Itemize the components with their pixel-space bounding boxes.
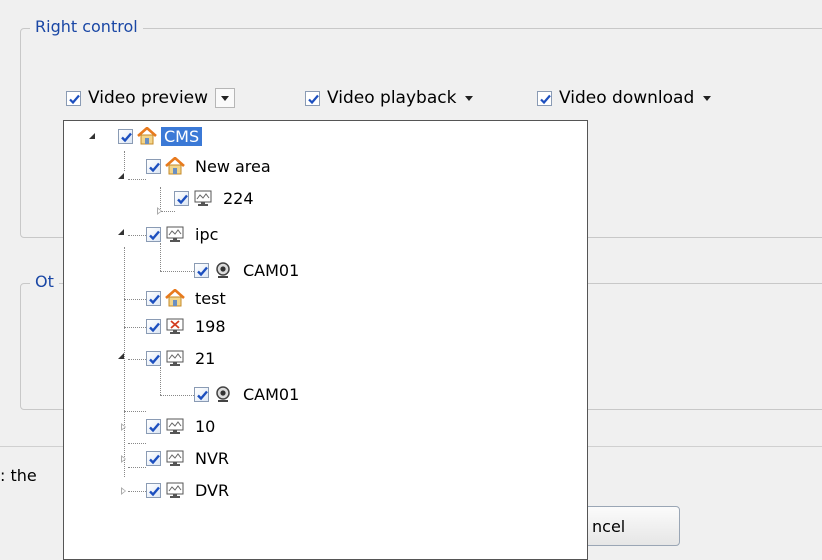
tree-item-nvr[interactable]: NVR: [146, 445, 229, 471]
tree-item-label: 224: [223, 188, 254, 208]
tree-item-cam01[interactable]: CAM01: [194, 257, 299, 283]
tree-line: [160, 187, 161, 209]
right-control-title: Right control: [30, 17, 143, 36]
tree-item-label: CMS: [161, 126, 203, 146]
chevron-down-icon[interactable]: [703, 95, 712, 101]
video-playback-label: Video playback: [327, 88, 457, 108]
device-tree-popup[interactable]: CMS New area 224 ipc CAM01 test 198 21 C…: [63, 120, 588, 560]
tree-line: [160, 243, 161, 271]
video-download-label: Video download: [559, 88, 695, 108]
home-icon: [137, 127, 157, 145]
tree-checkbox[interactable]: [146, 318, 161, 334]
tree-item-dvr[interactable]: DVR: [146, 477, 229, 503]
tree-item-label: 10: [195, 416, 216, 436]
tree-item-label: DVR: [195, 480, 230, 500]
camera-icon: [216, 262, 230, 278]
expand-toggle-icon[interactable]: [121, 487, 126, 495]
tree-checkbox[interactable]: [146, 226, 161, 242]
video-download-checkbox[interactable]: [537, 90, 552, 106]
monitor-icon: [194, 190, 212, 206]
cancel-button-label: ncel: [592, 516, 626, 536]
tree-line: [160, 367, 161, 395]
monitor-icon: [166, 226, 184, 242]
video-playback-checkbox[interactable]: [305, 90, 320, 106]
tree-item-label: ipc: [195, 224, 219, 244]
tree-checkbox[interactable]: [146, 350, 161, 366]
tree-checkbox[interactable]: [194, 262, 209, 278]
video-preview-dropdown-button[interactable]: [215, 88, 236, 108]
tree-checkbox[interactable]: [146, 482, 161, 498]
tree-checkbox[interactable]: [174, 190, 189, 206]
tree-item-cms[interactable]: CMS: [118, 123, 203, 149]
video-preview-permission[interactable]: Video preview: [66, 86, 236, 110]
tree-item-198[interactable]: 198: [146, 313, 226, 339]
camera-icon: [216, 386, 230, 402]
home-icon: [165, 289, 185, 307]
tree-checkbox[interactable]: [146, 450, 161, 466]
tree-item-label: CAM01: [243, 384, 300, 404]
monitor-icon: [166, 450, 184, 466]
expand-toggle-icon[interactable]: [121, 423, 126, 431]
tree-line: [124, 411, 146, 412]
tree-line: [160, 271, 194, 272]
monitor-offline-icon: [166, 318, 184, 334]
collapse-toggle-icon[interactable]: [89, 133, 95, 139]
tree-checkbox[interactable]: [146, 418, 161, 434]
collapse-toggle-icon[interactable]: [118, 173, 124, 179]
tree-item-label: 198: [195, 316, 226, 336]
monitor-icon: [166, 350, 184, 366]
tree-item-cam01[interactable]: CAM01: [194, 381, 299, 407]
home-icon: [165, 157, 185, 175]
video-playback-permission[interactable]: Video playback: [305, 86, 474, 110]
tree-line: [124, 151, 125, 171]
expand-toggle-icon[interactable]: [157, 207, 162, 215]
tree-item-224[interactable]: 224: [174, 185, 254, 211]
tree-line: [128, 235, 146, 236]
tree-item-label: 21: [195, 348, 216, 368]
tree-line: [124, 299, 146, 300]
tree-checkbox[interactable]: [118, 128, 133, 144]
tree-line: [124, 247, 125, 477]
tree-checkbox[interactable]: [194, 386, 209, 402]
tree-item-21[interactable]: 21: [146, 345, 215, 371]
video-download-permission[interactable]: Video download: [537, 86, 712, 110]
tree-line: [128, 443, 146, 444]
tree-line: [128, 491, 146, 492]
tree-item-label: CAM01: [243, 260, 300, 280]
other-group-title: Ot: [30, 272, 59, 291]
tree-line: [128, 467, 146, 468]
chevron-down-icon[interactable]: [465, 95, 474, 101]
monitor-icon: [166, 482, 184, 498]
tree-item-label: NVR: [195, 448, 230, 468]
collapse-toggle-icon[interactable]: [118, 229, 124, 235]
expand-toggle-icon[interactable]: [121, 455, 126, 463]
tree-checkbox[interactable]: [146, 158, 161, 174]
tree-line: [124, 327, 146, 328]
tree-line: [161, 211, 175, 212]
tree-item-new-area[interactable]: New area: [146, 153, 271, 179]
tree-item-ipc[interactable]: ipc: [146, 221, 218, 247]
collapse-toggle-icon[interactable]: [118, 353, 124, 359]
tree-line: [128, 359, 146, 360]
chevron-down-icon: [221, 95, 230, 101]
monitor-icon: [166, 418, 184, 434]
tree-item-label: test: [195, 288, 226, 308]
note-text: : the: [0, 466, 37, 485]
tree-line: [160, 395, 194, 396]
tree-item-label: New area: [195, 156, 271, 176]
video-preview-label: Video preview: [88, 88, 209, 108]
tree-item-10[interactable]: 10: [146, 413, 215, 439]
video-preview-checkbox[interactable]: [66, 90, 81, 106]
tree-checkbox[interactable]: [146, 290, 161, 306]
tree-item-test[interactable]: test: [146, 285, 226, 311]
tree-line: [128, 179, 146, 180]
